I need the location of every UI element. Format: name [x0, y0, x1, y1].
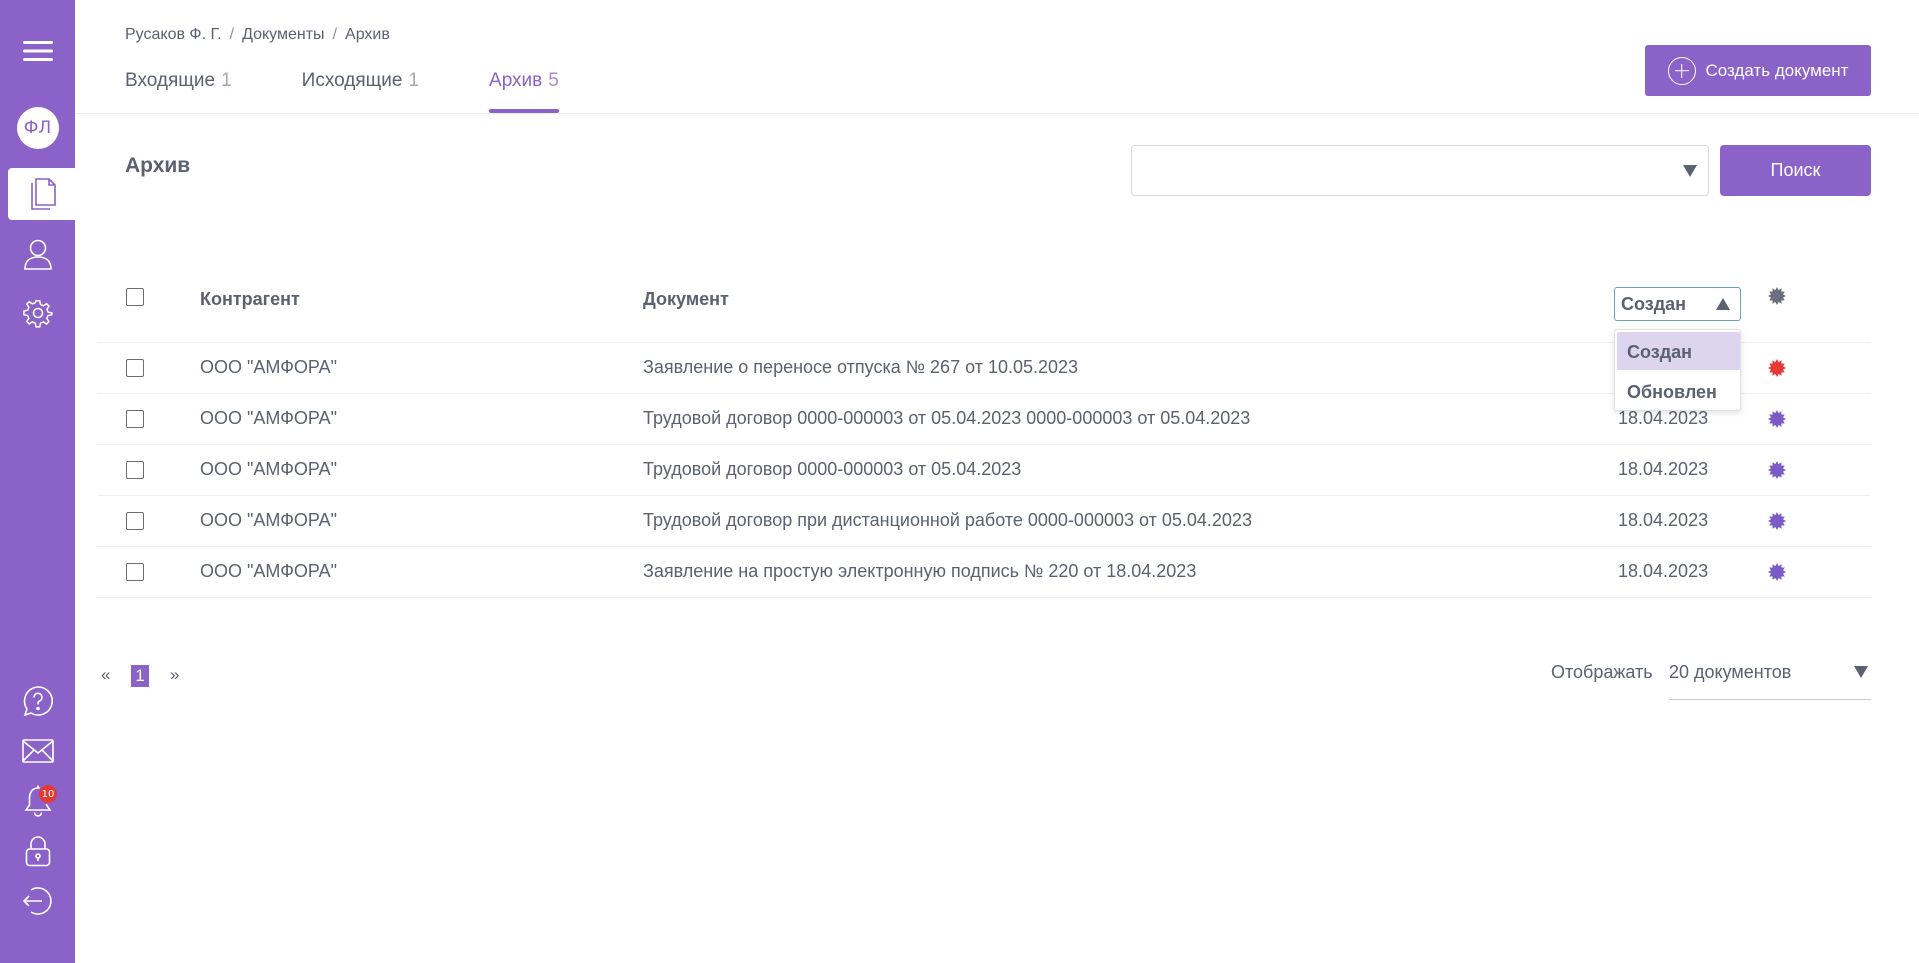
- sidebar-item-help[interactable]: [0, 676, 75, 726]
- sort-dropdown: Создан Обновлен: [1614, 329, 1741, 411]
- tab-outgoing[interactable]: Исходящие 1: [302, 70, 419, 113]
- breadcrumb-item-user[interactable]: Русаков Ф. Г.: [125, 26, 222, 44]
- cell-counterparty: ООО "АМФОРА": [200, 357, 338, 377]
- row-checkbox[interactable]: [126, 359, 144, 377]
- pagination-page-current[interactable]: 1: [131, 665, 149, 687]
- profile-button[interactable]: ФЛ: [0, 103, 75, 153]
- gear-icon: [22, 300, 53, 328]
- cell-date: 18.04.2023: [1618, 510, 1709, 530]
- cell-document[interactable]: Заявление о переносе отпуска № 267 от 10…: [643, 357, 1078, 378]
- sidebar-item-messages[interactable]: [0, 726, 75, 776]
- table-row[interactable]: ООО "АМФОРА" Трудовой договор при дистан…: [97, 496, 1871, 547]
- cell-counterparty: ООО "АМФОРА": [200, 408, 338, 428]
- caret-down-icon: [1683, 165, 1697, 177]
- create-document-button[interactable]: Создать документ: [1645, 45, 1871, 96]
- row-checkbox[interactable]: [126, 512, 144, 530]
- per-page-label: Отображать: [1551, 662, 1653, 682]
- cell-document[interactable]: Заявление на простую электронную подпись…: [643, 561, 1196, 582]
- status-purple-icon: [1768, 563, 1786, 581]
- sidebar-item-settings[interactable]: [0, 288, 75, 338]
- column-header-document[interactable]: Документ: [643, 289, 729, 310]
- cell-counterparty: ООО "АМФОРА": [200, 510, 338, 530]
- sidebar-item-users[interactable]: [0, 229, 75, 279]
- row-checkbox[interactable]: [126, 461, 144, 479]
- breadcrumb-item-documents[interactable]: Документы: [242, 26, 324, 44]
- plus-circle-icon: [1667, 56, 1696, 85]
- search-select[interactable]: [1131, 145, 1709, 196]
- sort-select[interactable]: Создан: [1614, 287, 1741, 321]
- cell-date: 18.04.2023: [1618, 561, 1709, 581]
- breadcrumb-item-archive: Архив: [345, 26, 390, 43]
- tab-label: Архив: [489, 70, 543, 91]
- tab-count: 5: [548, 70, 559, 91]
- pagination-prev[interactable]: «: [101, 665, 110, 685]
- table-row[interactable]: ООО "АМФОРА" Заявление о переносе отпуск…: [97, 343, 1871, 394]
- lock-icon: [25, 836, 50, 867]
- search-button[interactable]: Поиск: [1720, 145, 1871, 196]
- tab-incoming[interactable]: Входящие 1: [125, 70, 232, 113]
- mail-icon: [21, 739, 54, 763]
- tab-label: Исходящие: [301, 70, 403, 91]
- per-page-value: 20 документов: [1669, 662, 1792, 682]
- tab-archive[interactable]: Архив 5: [489, 70, 559, 113]
- cell-counterparty: ООО "АМФОРА": [200, 561, 338, 581]
- table-row[interactable]: ООО "АМФОРА" Трудовой договор 0000-00000…: [97, 445, 1871, 496]
- tab-count: 1: [408, 70, 420, 91]
- cell-date: 18.04.2023: [1618, 408, 1709, 428]
- cell-document[interactable]: Трудовой договор при дистанционной работ…: [643, 510, 1252, 531]
- table-row[interactable]: ООО "АМФОРА" Заявление на простую электр…: [97, 547, 1871, 598]
- help-icon: [23, 686, 53, 717]
- avatar: ФЛ: [16, 107, 59, 149]
- tab-label: Входящие: [125, 70, 216, 91]
- notification-badge: 10: [38, 784, 58, 804]
- caret-down-icon: [1854, 666, 1868, 678]
- cell-counterparty: ООО "АМФОРА": [200, 459, 338, 479]
- menu-button[interactable]: [0, 26, 75, 76]
- tab-count: 1: [221, 70, 232, 91]
- header-divider: [75, 113, 1919, 114]
- sidebar-item-logout[interactable]: [0, 876, 75, 926]
- table-row[interactable]: ООО "АМФОРА" Трудовой договор 0000-00000…: [97, 394, 1871, 445]
- sidebar-item-security[interactable]: [0, 826, 75, 876]
- column-header-counterparty[interactable]: Контрагент: [200, 289, 300, 310]
- caret-up-icon: [1716, 298, 1730, 310]
- per-page-select[interactable]: 20 документов: [1669, 654, 1871, 700]
- status-purple-icon: [1768, 461, 1786, 479]
- status-purple-icon: [1768, 512, 1786, 530]
- row-checkbox[interactable]: [126, 563, 144, 581]
- sort-option-updated[interactable]: Обновлен: [1617, 372, 1740, 410]
- cell-document[interactable]: Трудовой договор 0000-000003 от 05.04.20…: [643, 459, 1021, 480]
- logout-icon: [22, 887, 52, 915]
- document-icon: [30, 178, 56, 210]
- page-title: Архив: [125, 154, 191, 177]
- menu-icon: [22, 41, 53, 61]
- header-status-icon[interactable]: [1768, 287, 1786, 305]
- breadcrumb-separator: /: [229, 26, 235, 43]
- sort-option-created[interactable]: Создан: [1617, 332, 1740, 370]
- user-icon: [23, 239, 52, 270]
- pagination-next[interactable]: »: [170, 665, 179, 685]
- create-document-label: Создать документ: [1705, 60, 1849, 80]
- sidebar: ФЛ 10: [0, 0, 75, 963]
- breadcrumb: Русаков Ф. Г. / Документы / Архив: [125, 26, 390, 44]
- row-checkbox[interactable]: [126, 410, 144, 428]
- status-red-icon: [1768, 359, 1786, 377]
- sidebar-item-documents[interactable]: [8, 168, 75, 220]
- cell-date: 18.04.2023: [1618, 459, 1709, 479]
- breadcrumb-separator: /: [332, 26, 338, 43]
- cell-document[interactable]: Трудовой договор 0000-000003 от 05.04.20…: [643, 408, 1250, 429]
- status-purple-icon: [1768, 410, 1786, 428]
- select-all-checkbox[interactable]: [126, 288, 144, 306]
- tabs: Входящие 1 Исходящие 1 Архив 5: [125, 70, 629, 113]
- sidebar-item-notifications[interactable]: 10: [0, 776, 75, 826]
- sort-select-value: Создан: [1621, 294, 1687, 314]
